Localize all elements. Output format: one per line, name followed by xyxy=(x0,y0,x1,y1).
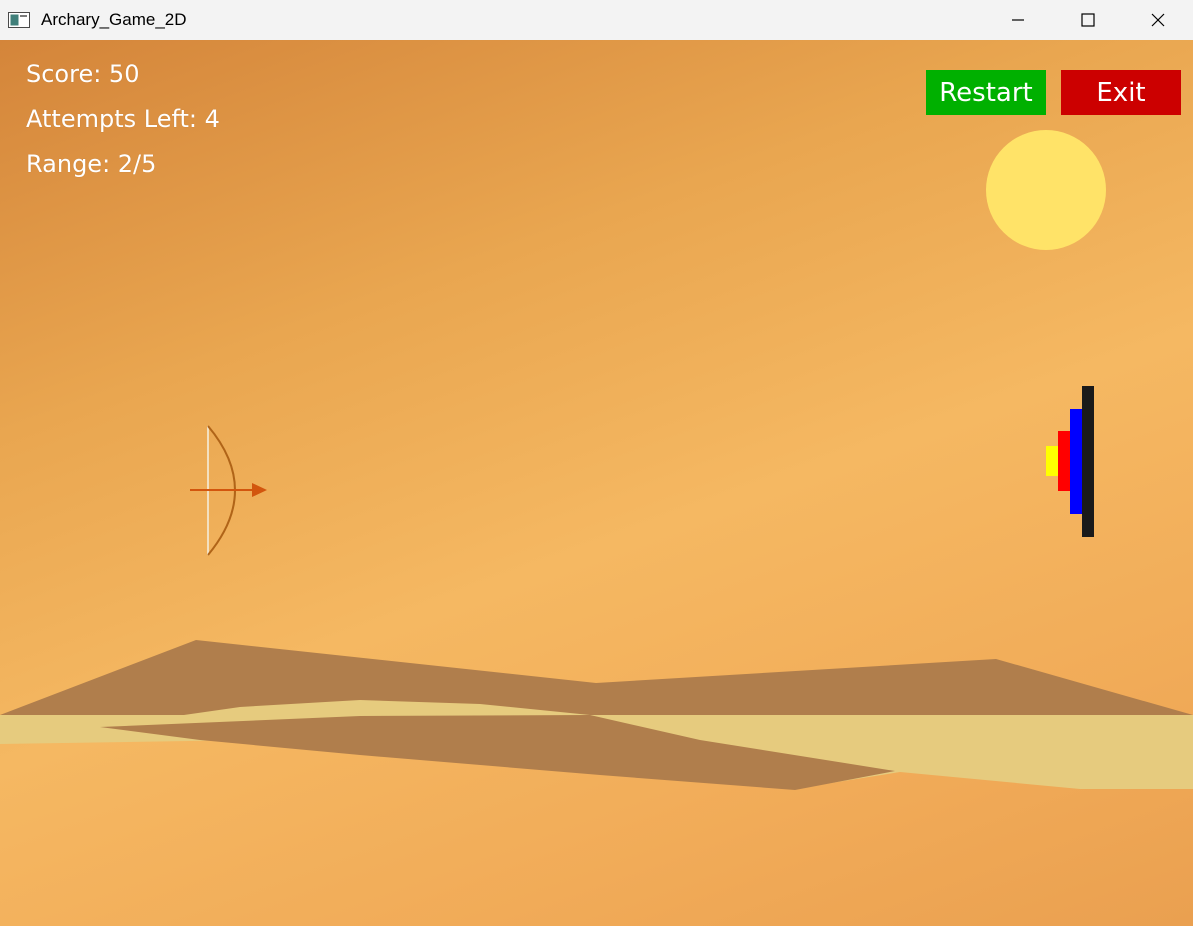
game-canvas[interactable]: Score: 50 Attempts Left: 4 Range: 2/5 Re… xyxy=(0,40,1193,926)
game-scene xyxy=(0,130,1193,790)
close-button[interactable] xyxy=(1123,0,1193,40)
sun xyxy=(986,130,1106,250)
minimize-button[interactable] xyxy=(983,0,1053,40)
app-window-icon xyxy=(8,12,30,28)
restart-button[interactable]: Restart xyxy=(926,70,1046,115)
close-icon xyxy=(1151,13,1165,27)
range-label: Range: 2/5 xyxy=(26,150,157,178)
app-window: Archary_Game_2D Score: 50 Attempts Left:… xyxy=(0,0,1193,926)
exit-button[interactable]: Exit xyxy=(1061,70,1181,115)
target-blue-ring xyxy=(1070,409,1082,514)
target-stand xyxy=(1082,386,1094,537)
maximize-button[interactable] xyxy=(1053,0,1123,40)
bow-and-arrow[interactable] xyxy=(190,425,267,556)
target-red-ring xyxy=(1058,431,1070,491)
window-title: Archary_Game_2D xyxy=(41,10,187,29)
score-label: Score: 50 xyxy=(26,60,140,88)
maximize-icon xyxy=(1081,13,1095,27)
archery-target xyxy=(1046,386,1094,537)
target-bullseye xyxy=(1046,446,1058,476)
title-bar: Archary_Game_2D xyxy=(0,0,1193,40)
window-controls xyxy=(983,0,1193,40)
minimize-icon xyxy=(1012,19,1024,21)
back-dune xyxy=(0,640,1193,726)
attempts-label: Attempts Left: 4 xyxy=(26,105,220,133)
arrow-head xyxy=(252,483,267,497)
